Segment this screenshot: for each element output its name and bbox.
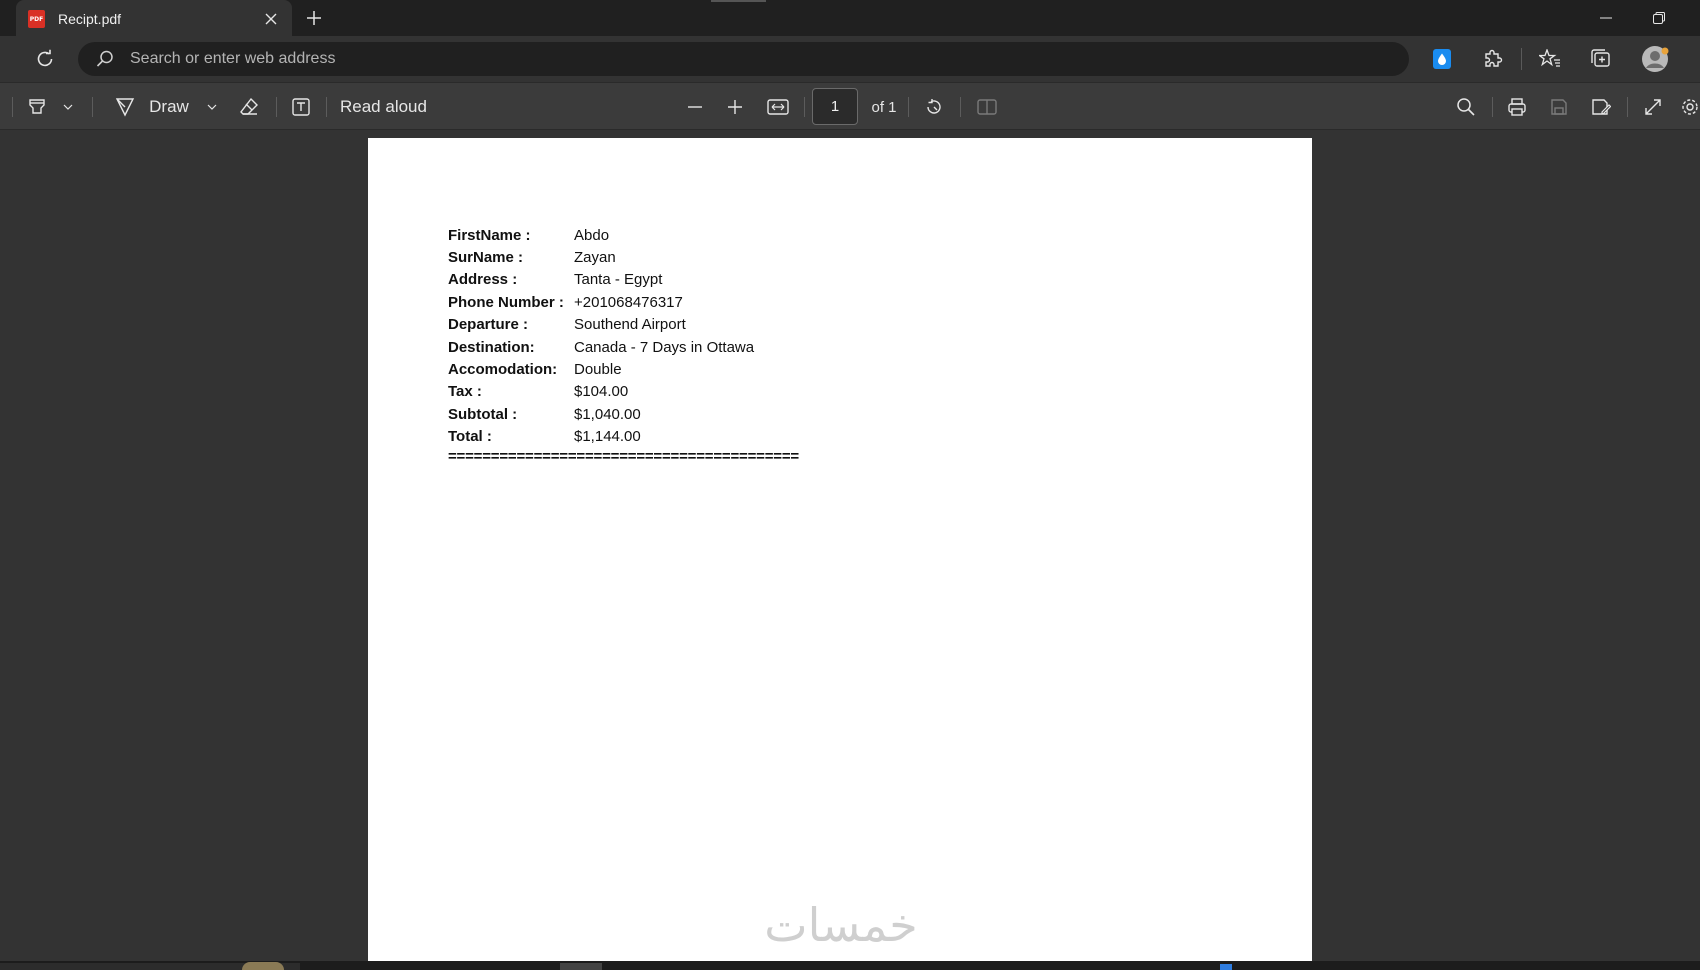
- fullscreen-icon[interactable]: [1640, 93, 1666, 121]
- eraser-icon[interactable]: [236, 93, 262, 121]
- favorites-icon[interactable]: [1535, 44, 1565, 74]
- field-label: Accomodation:: [448, 361, 558, 379]
- address-bar[interactable]: [78, 42, 1409, 76]
- print-icon[interactable]: [1504, 93, 1530, 121]
- drag-indicator: [711, 0, 766, 2]
- receipt-row: Phone Number : +201068476317: [448, 291, 799, 313]
- droplet-icon[interactable]: [1427, 44, 1457, 74]
- watermark-logo: خمسات: [764, 898, 918, 952]
- receipt-row: Address : Tanta - Egypt: [448, 269, 799, 291]
- field-value: Abdo: [574, 226, 610, 244]
- receipt-row: Destination: Canada - 7 Days in Ottawa: [448, 336, 799, 358]
- field-label: Total :: [448, 428, 492, 446]
- plus-icon[interactable]: [302, 6, 326, 30]
- receipt-content: FirstName : Abdo SurName : Zayan Address…: [448, 224, 799, 465]
- separator: [960, 97, 961, 117]
- taskbar-app-icon[interactable]: [1220, 964, 1232, 970]
- tab-title: Recipt.pdf: [58, 11, 122, 27]
- tab-recipt-pdf[interactable]: PDF Recipt.pdf: [16, 0, 292, 38]
- separator: [12, 97, 13, 117]
- address-input[interactable]: [130, 50, 1230, 68]
- separator: [1492, 97, 1493, 117]
- text-box-icon[interactable]: [288, 93, 314, 121]
- rotate-icon[interactable]: [921, 93, 947, 121]
- document-viewer[interactable]: FirstName : Abdo SurName : Zayan Address…: [0, 131, 1700, 968]
- separator-rule: ========================================…: [448, 447, 799, 465]
- separator: [804, 97, 805, 117]
- field-value: $1,144.00: [574, 428, 641, 446]
- page-number-input[interactable]: [812, 88, 858, 125]
- field-value: Tanta - Egypt: [574, 271, 663, 289]
- pdf-toolbar: Draw Read aloud of 1: [0, 82, 1700, 130]
- taskbar-item[interactable]: [560, 963, 602, 970]
- receipt-row: Tax : $104.00: [448, 381, 799, 403]
- close-icon[interactable]: [262, 10, 280, 28]
- separator: [908, 97, 909, 117]
- two-page-view-icon[interactable]: [974, 93, 1000, 121]
- field-label: Phone Number :: [448, 293, 564, 311]
- navigation-bar: [0, 36, 1700, 82]
- receipt-row: Subtotal : $1,040.00: [448, 403, 799, 425]
- minimize-icon[interactable]: [1580, 0, 1632, 36]
- separator: [326, 97, 327, 117]
- restore-icon[interactable]: [1633, 0, 1685, 36]
- field-value: Zayan: [574, 249, 616, 267]
- field-label: Destination:: [448, 338, 535, 356]
- field-label: FirstName :: [448, 226, 531, 244]
- separator: [92, 97, 93, 117]
- settings-gear-icon[interactable]: [1680, 93, 1700, 121]
- separator: [276, 97, 277, 117]
- field-value: +201068476317: [574, 293, 683, 311]
- field-value: $1,040.00: [574, 405, 641, 423]
- field-value: Canada - 7 Days in Ottawa: [574, 338, 755, 356]
- profile-icon[interactable]: [1640, 44, 1670, 74]
- fit-width-icon[interactable]: [765, 93, 791, 121]
- pdf-file-icon: PDF: [28, 10, 45, 28]
- chevron-down-icon[interactable]: [202, 93, 222, 121]
- field-label: Departure :: [448, 316, 529, 334]
- receipt-row: Total : $1,144.00: [448, 426, 799, 448]
- receipt-row: FirstName : Abdo: [448, 224, 799, 246]
- chevron-down-icon[interactable]: [58, 93, 78, 121]
- field-label: Address :: [448, 271, 518, 289]
- tab-strip: PDF Recipt.pdf: [0, 0, 1700, 38]
- field-value: Double: [574, 361, 622, 379]
- field-label: SurName :: [448, 249, 524, 267]
- zoom-out-icon[interactable]: [682, 93, 708, 121]
- field-label: Tax :: [448, 383, 482, 401]
- highlighter-icon[interactable]: [24, 93, 50, 121]
- taskbar-app-icon[interactable]: [242, 962, 284, 970]
- field-value: $104.00: [574, 383, 629, 401]
- search-icon: [96, 49, 116, 69]
- receipt-row: Accomodation: Double: [448, 358, 799, 380]
- collections-icon[interactable]: [1586, 44, 1616, 74]
- separator: [1627, 97, 1628, 117]
- save-as-icon[interactable]: [1588, 93, 1614, 121]
- receipt-row: Departure : Southend Airport: [448, 314, 799, 336]
- field-label: Subtotal :: [448, 405, 518, 423]
- puzzle-icon[interactable]: [1478, 44, 1508, 74]
- read-aloud-button[interactable]: Read aloud: [340, 93, 450, 121]
- droplet-badge: [1433, 49, 1451, 69]
- reload-icon[interactable]: [30, 44, 60, 74]
- separator: [1521, 48, 1522, 70]
- receipt-row: SurName : Zayan: [448, 246, 799, 268]
- save-icon[interactable]: [1546, 93, 1572, 121]
- zoom-in-icon[interactable]: [722, 93, 748, 121]
- page-total-label: of 1: [871, 98, 897, 116]
- field-value: Southend Airport: [574, 316, 686, 334]
- draw-button[interactable]: Draw: [146, 93, 192, 121]
- search-icon[interactable]: [1453, 93, 1479, 121]
- draw-icon[interactable]: [112, 93, 138, 121]
- pdf-page: FirstName : Abdo SurName : Zayan Address…: [368, 138, 1312, 968]
